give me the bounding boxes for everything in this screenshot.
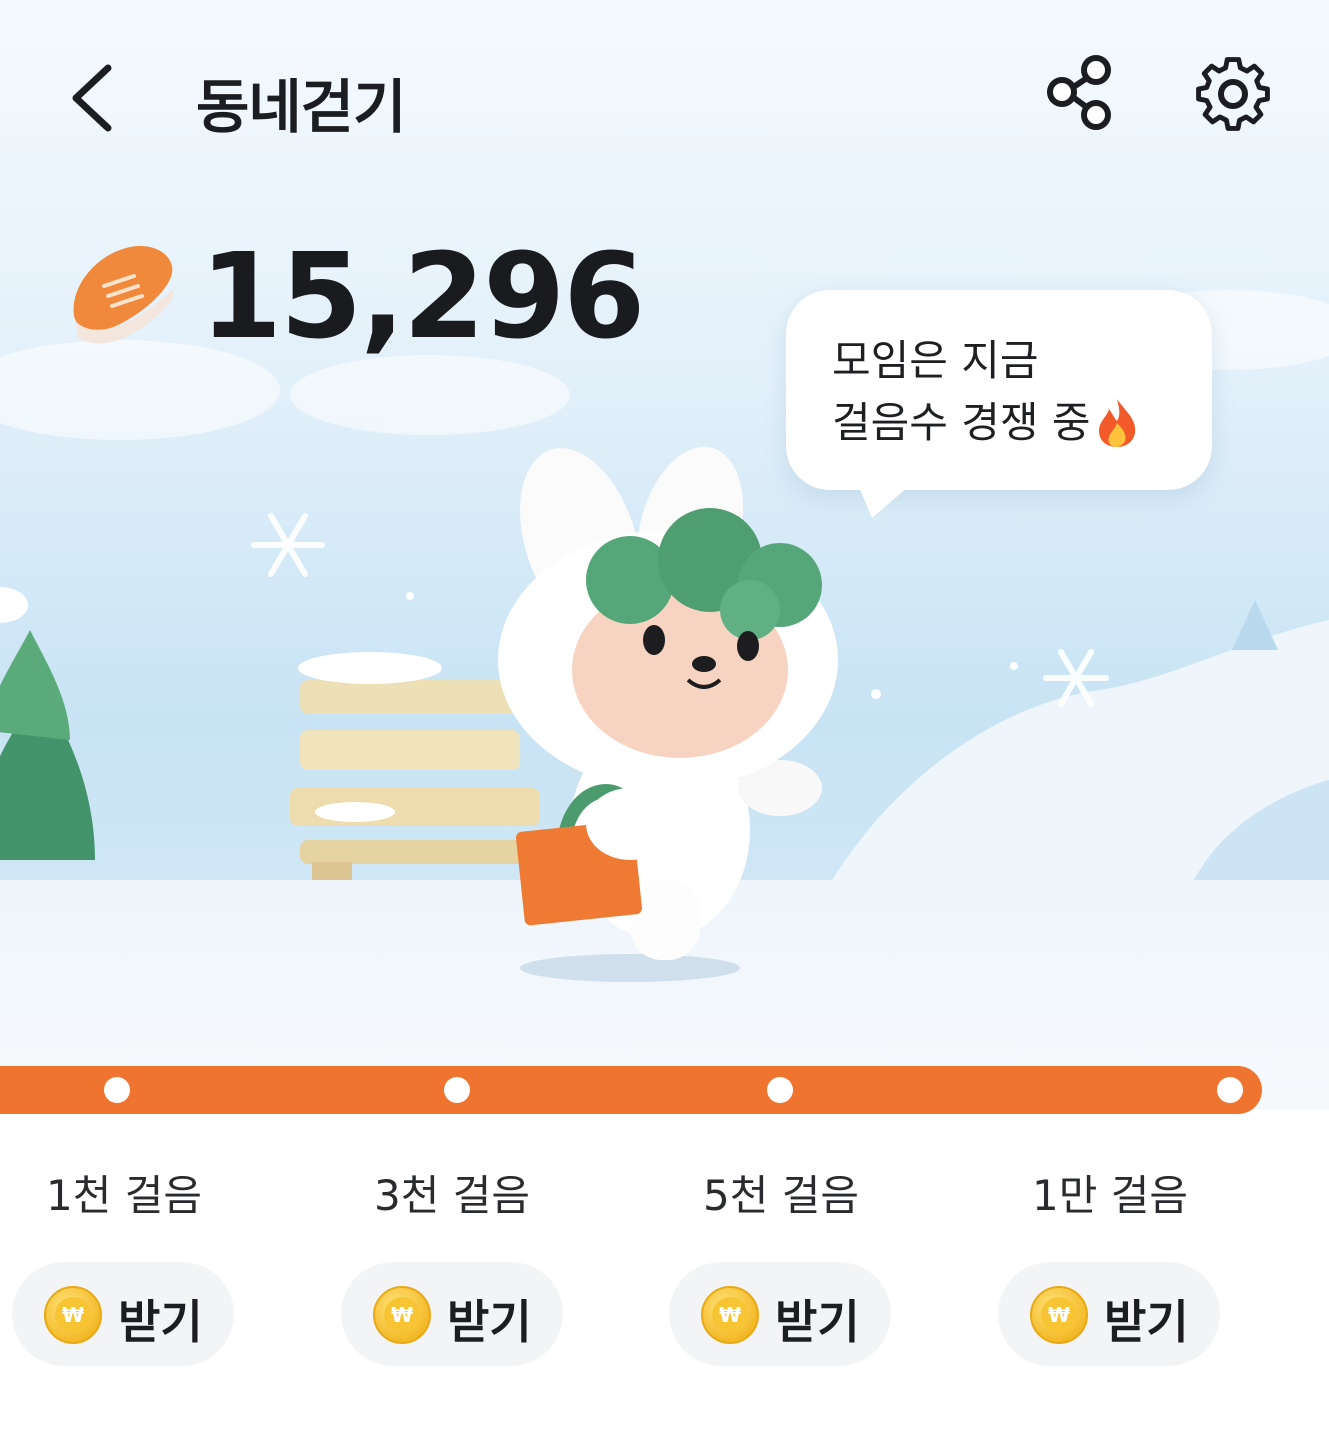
app-header: 동네걷기 [0,0,1329,190]
milestone-dot-1 [104,1077,130,1103]
svg-text:₩: ₩ [62,1303,84,1327]
bubble-line-2: 걸음수 경쟁 중 [832,398,1091,447]
share-icon [1047,55,1111,130]
milestone-label-1k: 1천 걸음 [46,1171,202,1220]
won-coin-icon: ₩ [701,1286,759,1344]
milestone-dot-3 [767,1077,793,1103]
milestone-dot-4 [1217,1077,1243,1103]
claim-button-label: 받기 [447,1295,532,1349]
step-count: 15,296 [200,227,645,365]
back-button[interactable] [62,58,128,138]
claim-button-5k[interactable]: ₩ 받기 [669,1262,891,1366]
winter-scene-illustration [0,0,1329,1110]
won-coin-icon: ₩ [373,1286,431,1344]
chevron-left-icon [72,64,112,132]
milestone-label-3k: 3천 걸음 [374,1171,530,1220]
won-coin-icon: ₩ [1030,1286,1088,1344]
claim-button-10k[interactable]: ₩ 받기 [998,1262,1220,1366]
svg-text:₩: ₩ [391,1303,413,1327]
won-coin-icon: ₩ [44,1286,102,1344]
gear-icon [1196,57,1270,131]
svg-text:₩: ₩ [1048,1303,1070,1327]
claim-button-label: 받기 [118,1295,203,1349]
settings-button[interactable] [1188,52,1278,136]
page-title: 동네걷기 [196,73,406,141]
claim-button-3k[interactable]: ₩ 받기 [341,1262,563,1366]
claim-button-label: 받기 [1104,1295,1189,1349]
claim-button-label: 받기 [775,1295,860,1349]
progress-fill [0,1066,1262,1114]
bubble-line-2-wrap: 걸음수 경쟁 중 [832,392,1139,454]
speech-bubble-tail [856,480,916,518]
sneaker-icon [73,246,174,344]
share-button[interactable] [1040,52,1122,134]
bubble-line-1: 모임은 지금 [832,336,1039,385]
fire-icon [1098,399,1135,447]
claim-button-1k[interactable]: ₩ 받기 [12,1262,234,1366]
milestone-dot-2 [444,1077,470,1103]
speech-bubble-text: 모임은 지금 걸음수 경쟁 중 [832,330,1139,454]
milestone-label-5k: 5천 걸음 [703,1171,859,1220]
svg-text:₩: ₩ [719,1303,741,1327]
milestone-label-10k: 1만 걸음 [1032,1171,1188,1220]
progress-bar [0,1066,1262,1114]
